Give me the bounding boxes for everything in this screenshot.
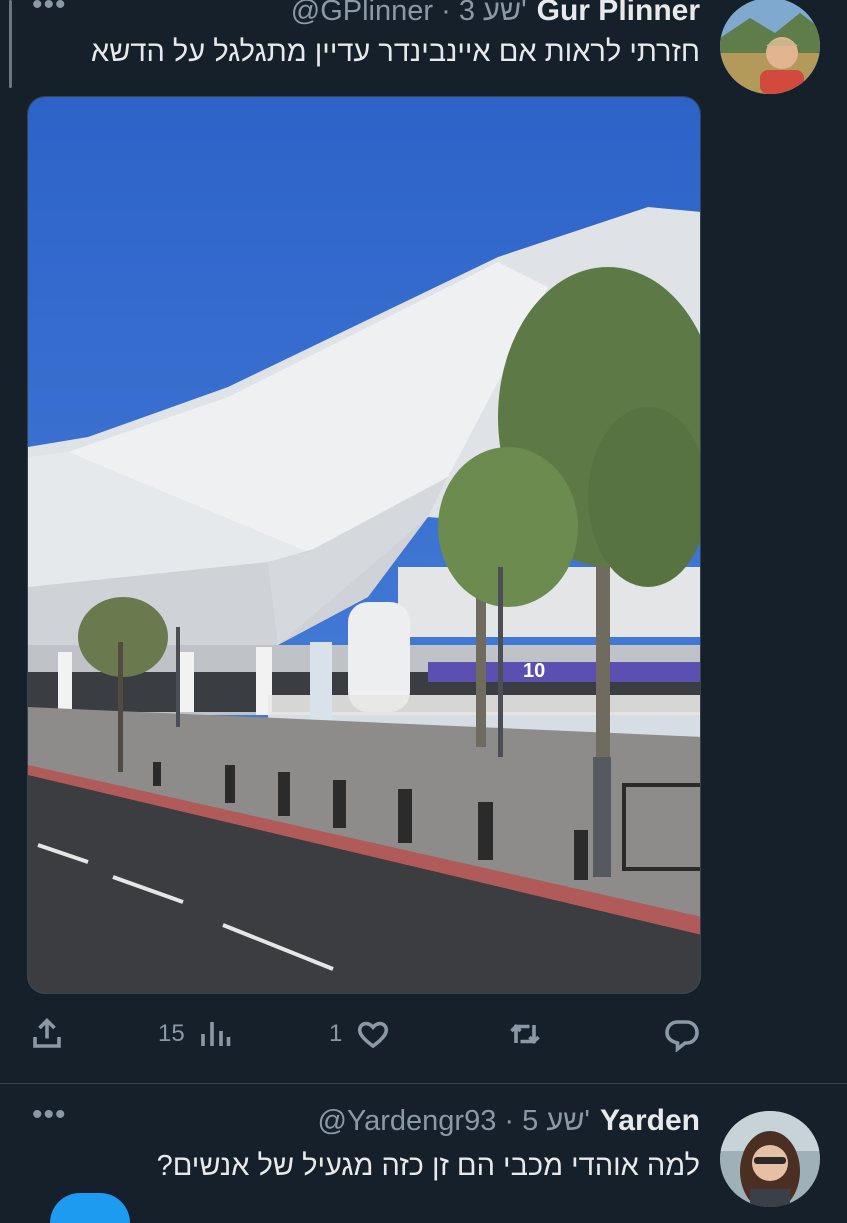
author-handle-time: @GPlinner · 3 שע' [291, 0, 527, 28]
timestamp[interactable]: 3 שע' [459, 0, 527, 27]
views-icon [200, 1022, 231, 1046]
views-count: 15 [158, 1020, 185, 1047]
author-handle-time: @Yardengr93 · 5 שע' [318, 1105, 590, 1138]
timestamp[interactable]: 5 שע' [522, 1105, 590, 1137]
author-name[interactable]: Gur Plinner [537, 0, 700, 28]
tweet[interactable]: ••• Gur Plinner @GPlinner · 3 שע' חזרתי … [0, 0, 847, 1083]
like-count: 1 [329, 1020, 343, 1047]
tweet-actions: 15 1 [27, 1012, 701, 1056]
avatar[interactable] [720, 0, 820, 94]
tweet[interactable]: ••• Yarden @Yardengr93 · 5 שע' למה אוהדי… [0, 1084, 847, 1207]
separator-dot: · [504, 1105, 515, 1137]
more-icon[interactable]: ••• [32, 0, 67, 22]
tweet-text: למה אוהדי מכבי הם זן כזה מגעיל של אנשים? [156, 1150, 700, 1182]
author-handle[interactable]: @Yardengr93 [318, 1105, 497, 1137]
share-icon [33, 1017, 61, 1048]
like-button[interactable]: 1 [329, 1012, 392, 1056]
reply-icon [665, 1020, 699, 1052]
tweet-text: חזרתי לראות אם איינבינדר עדיין מתגלגל על… [91, 36, 700, 68]
tweet-header: Gur Plinner @GPlinner · 3 שע' [291, 0, 700, 28]
retweet-icon [510, 1023, 540, 1045]
more-icon[interactable]: ••• [32, 1098, 67, 1132]
author-handle[interactable]: @GPlinner [291, 0, 433, 27]
stadium-photo: 10 [28, 97, 700, 993]
avatar[interactable] [720, 1111, 820, 1207]
reply-button[interactable] [663, 1012, 701, 1056]
like-icon [358, 1021, 389, 1049]
avatar-image [720, 0, 820, 94]
share-button[interactable] [29, 1012, 65, 1056]
tweet-header: Yarden @Yardengr93 · 5 שע' [318, 1104, 701, 1138]
views-button[interactable]: 15 [158, 1012, 233, 1056]
gate-number: 10 [523, 660, 545, 682]
author-name[interactable]: Yarden [600, 1104, 700, 1138]
tweet-photo[interactable]: 10 [27, 96, 701, 994]
retweet-button[interactable] [505, 1012, 545, 1056]
separator-dot: · [441, 0, 451, 27]
avatar-image [720, 1111, 820, 1207]
